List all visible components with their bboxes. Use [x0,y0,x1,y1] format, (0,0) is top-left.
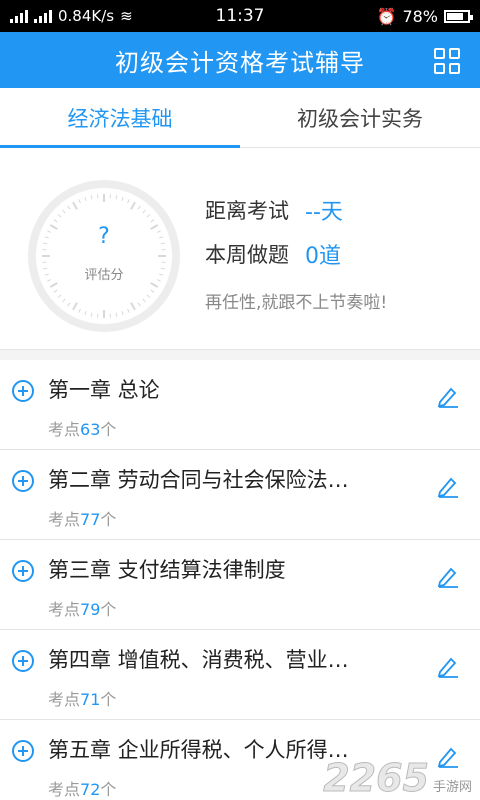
chapter-item[interactable]: 第一章 总论 考点63个 [0,360,480,450]
chapter-item[interactable]: 第四章 增值税、消费税、营业… 考点71个 [0,630,480,720]
countdown-value: --天 [305,200,343,225]
chapter-title: 第一章 总论 [48,378,160,402]
alarm-icon: ⏰ [376,6,397,26]
wifi-icon: ≋ [120,7,133,25]
motto-text: 再任性,就跟不上节奏啦! [205,293,388,313]
expand-plus-icon[interactable] [12,380,34,402]
score-value: ? [98,224,110,249]
tab-economic-law[interactable]: 经济法基础 [0,88,240,148]
expand-plus-icon[interactable] [12,560,34,582]
chapter-points: 考点63个 [48,420,117,439]
tab-accounting-practice[interactable]: 初级会计实务 [240,88,480,147]
progress-summary: ? 评估分 距离考试 --天 本周做题 0道 再任性,就跟不上节奏啦! [0,148,480,350]
chapter-title: 第二章 劳动合同与社会保险法… [48,468,349,492]
weekly-label: 本周做题 [205,243,289,267]
network-speed: 0.84K/s [58,7,115,25]
grid-menu-icon[interactable] [434,48,460,74]
exam-countdown: 距离考试 --天 [205,188,387,232]
expand-plus-icon[interactable] [12,650,34,672]
weekly-value: 0道 [305,244,341,269]
score-label: 评估分 [84,268,124,283]
weekly-questions: 本周做题 0道 [205,232,387,276]
expand-plus-icon[interactable] [12,470,34,492]
chapter-list: 第一章 总论 考点63个 第二章 劳动合同与社会保险法… 考点77个 第三章 支… [0,360,480,800]
countdown-label: 距离考试 [205,199,289,223]
clock-time: 11:37 [215,6,265,26]
dial-ring-icon [28,180,180,332]
chapter-points: 考点71个 [48,690,117,709]
status-bar: 0.84K/s ≋ 11:37 ⏰ 78% [0,0,480,32]
subject-tabs: 经济法基础 初级会计实务 [0,88,480,148]
watermark-logo: 2265 手游网 [323,756,472,800]
chapter-title: 第三章 支付结算法律制度 [48,558,286,582]
chapter-item[interactable]: 第五章 企业所得税、个人所得… 考点72个 2265 手游网 [0,720,480,800]
chapter-item[interactable]: 第二章 劳动合同与社会保险法… 考点77个 [0,450,480,540]
expand-plus-icon[interactable] [12,740,34,762]
battery-icon [444,9,473,23]
chapter-item[interactable]: 第三章 支付结算法律制度 考点79个 [0,540,480,630]
chapter-title: 第四章 增值税、消费税、营业… [48,648,349,672]
edit-pencil-icon[interactable] [436,474,460,498]
chapter-points: 考点72个 [48,780,117,799]
edit-pencil-icon[interactable] [436,384,460,408]
page-title: 初级会计资格考试辅导 [115,48,365,77]
battery-percent: 78% [402,6,438,26]
chapter-points: 考点77个 [48,510,117,529]
signal-icon-2 [34,9,52,23]
score-dial[interactable]: ? 评估分 [26,178,182,334]
edit-pencil-icon[interactable] [436,654,460,678]
chapter-points: 考点79个 [48,600,117,619]
edit-pencil-icon[interactable] [436,564,460,588]
signal-icon [10,9,28,23]
app-header: 初级会计资格考试辅导 [0,32,480,88]
